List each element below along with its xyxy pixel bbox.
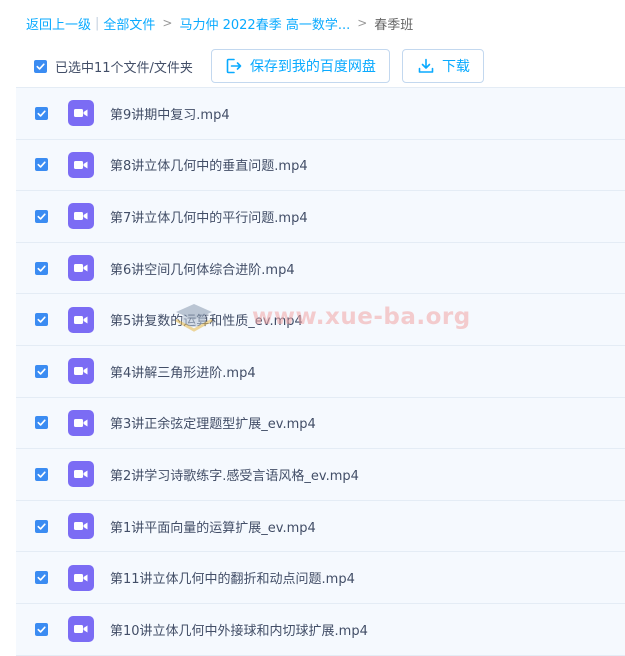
check-icon (36, 62, 45, 70)
video-file-icon (68, 513, 94, 540)
file-row[interactable]: 第6讲空间几何体综合进阶.mp4 (16, 243, 625, 295)
current-folder: 春季班 (374, 17, 414, 33)
file-name[interactable]: 第4讲解三角形进阶.mp4 (110, 362, 256, 381)
file-list: 第9讲期中复习.mp4 第8讲立体几何中的垂直问题.mp4 第7讲立体几何中的平… (16, 87, 625, 656)
save-to-netdisk-button[interactable]: 保存到我的百度网盘 (210, 49, 390, 83)
save-to-netdisk-icon (226, 58, 242, 74)
video-file-icon (68, 203, 94, 230)
file-row[interactable]: 第11讲立体几何中的翻折和动点问题.mp4 (16, 552, 625, 604)
file-name[interactable]: 第11讲立体几何中的翻折和动点问题.mp4 (110, 568, 355, 587)
selection-count: 已选中11个文件/文件夹 (55, 60, 193, 76)
file-row[interactable]: 第9讲期中复习.mp4 (16, 88, 625, 140)
file-row[interactable]: 第4讲解三角形进阶.mp4 (16, 346, 625, 398)
download-button-label: 下载 (441, 59, 470, 75)
download-button[interactable]: 下载 (401, 49, 484, 83)
save-button-label: 保存到我的百度网盘 (249, 59, 376, 75)
file-row[interactable]: 第8讲立体几何中的垂直问题.mp4 (16, 140, 625, 192)
file-name[interactable]: 第6讲空间几何体综合进阶.mp4 (110, 259, 295, 278)
file-checkbox[interactable] (35, 261, 48, 275)
file-checkbox[interactable] (35, 571, 48, 585)
file-checkbox[interactable] (35, 106, 48, 120)
file-checkbox[interactable] (35, 622, 48, 636)
breadcrumb-separator: | (95, 15, 100, 31)
video-file-icon (68, 151, 94, 178)
check-icon (37, 368, 46, 375)
file-row[interactable]: 第5讲复数的运算和性质_ev.mp4 (16, 294, 625, 346)
check-icon (37, 523, 46, 530)
file-name[interactable]: 第5讲复数的运算和性质_ev.mp4 (110, 310, 303, 329)
file-row[interactable]: 第1讲平面向量的运算扩展_ev.mp4 (16, 501, 625, 553)
check-icon (37, 471, 46, 478)
video-file-icon (68, 409, 94, 436)
file-name[interactable]: 第9讲期中复习.mp4 (110, 104, 230, 123)
file-row[interactable]: 第3讲正余弦定理题型扩展_ev.mp4 (16, 398, 625, 450)
breadcrumb-separator: > (162, 16, 173, 30)
video-file-icon (68, 306, 94, 333)
all-files-link[interactable]: 全部文件 (103, 14, 155, 33)
video-file-icon (68, 616, 94, 643)
breadcrumb-separator: > (357, 16, 368, 30)
video-file-icon (68, 358, 94, 385)
file-checkbox[interactable] (35, 364, 48, 378)
file-row[interactable]: 第7讲立体几何中的平行问题.mp4 (16, 191, 625, 243)
file-checkbox[interactable] (35, 416, 48, 430)
file-checkbox[interactable] (35, 313, 48, 327)
file-name[interactable]: 第3讲正余弦定理题型扩展_ev.mp4 (110, 413, 316, 432)
file-name[interactable]: 第2讲学习诗歌练字.感受言语风格_ev.mp4 (110, 465, 359, 484)
check-icon (37, 110, 46, 117)
video-file-icon (68, 564, 94, 591)
file-checkbox[interactable] (35, 467, 48, 481)
download-icon (418, 58, 434, 73)
check-icon (37, 213, 46, 220)
check-icon (37, 161, 46, 169)
video-file-icon (68, 461, 94, 488)
file-name[interactable]: 第10讲立体几何中外接球和内切球扩展.mp4 (110, 620, 368, 639)
file-row[interactable]: 第2讲学习诗歌练字.感受言语风格_ev.mp4 (16, 449, 625, 501)
check-icon (37, 626, 46, 633)
file-checkbox[interactable] (35, 519, 48, 533)
check-icon (37, 419, 46, 427)
video-file-icon (68, 100, 94, 127)
file-name[interactable]: 第7讲立体几何中的平行问题.mp4 (110, 207, 308, 226)
select-all-checkbox[interactable] (34, 59, 47, 73)
file-name[interactable]: 第8讲立体几何中的垂直问题.mp4 (110, 155, 308, 174)
toolbar: 已选中11个文件/文件夹 保存到我的百度网盘 下载 (34, 48, 484, 84)
check-icon (37, 574, 46, 581)
breadcrumb: 返回上一级 | 全部文件 > 马力仲 2022春季 高一数学... > 春季班 (26, 12, 413, 34)
file-checkbox[interactable] (35, 209, 48, 223)
video-file-icon (68, 255, 94, 282)
file-name[interactable]: 第1讲平面向量的运算扩展_ev.mp4 (110, 517, 316, 536)
file-row[interactable]: 第10讲立体几何中外接球和内切球扩展.mp4 (16, 604, 625, 656)
parent-folder-link[interactable]: 马力仲 2022春季 高一数学... (179, 14, 350, 33)
back-link[interactable]: 返回上一级 (26, 14, 91, 33)
file-checkbox[interactable] (35, 158, 48, 172)
check-icon (37, 316, 46, 323)
check-icon (37, 265, 46, 272)
